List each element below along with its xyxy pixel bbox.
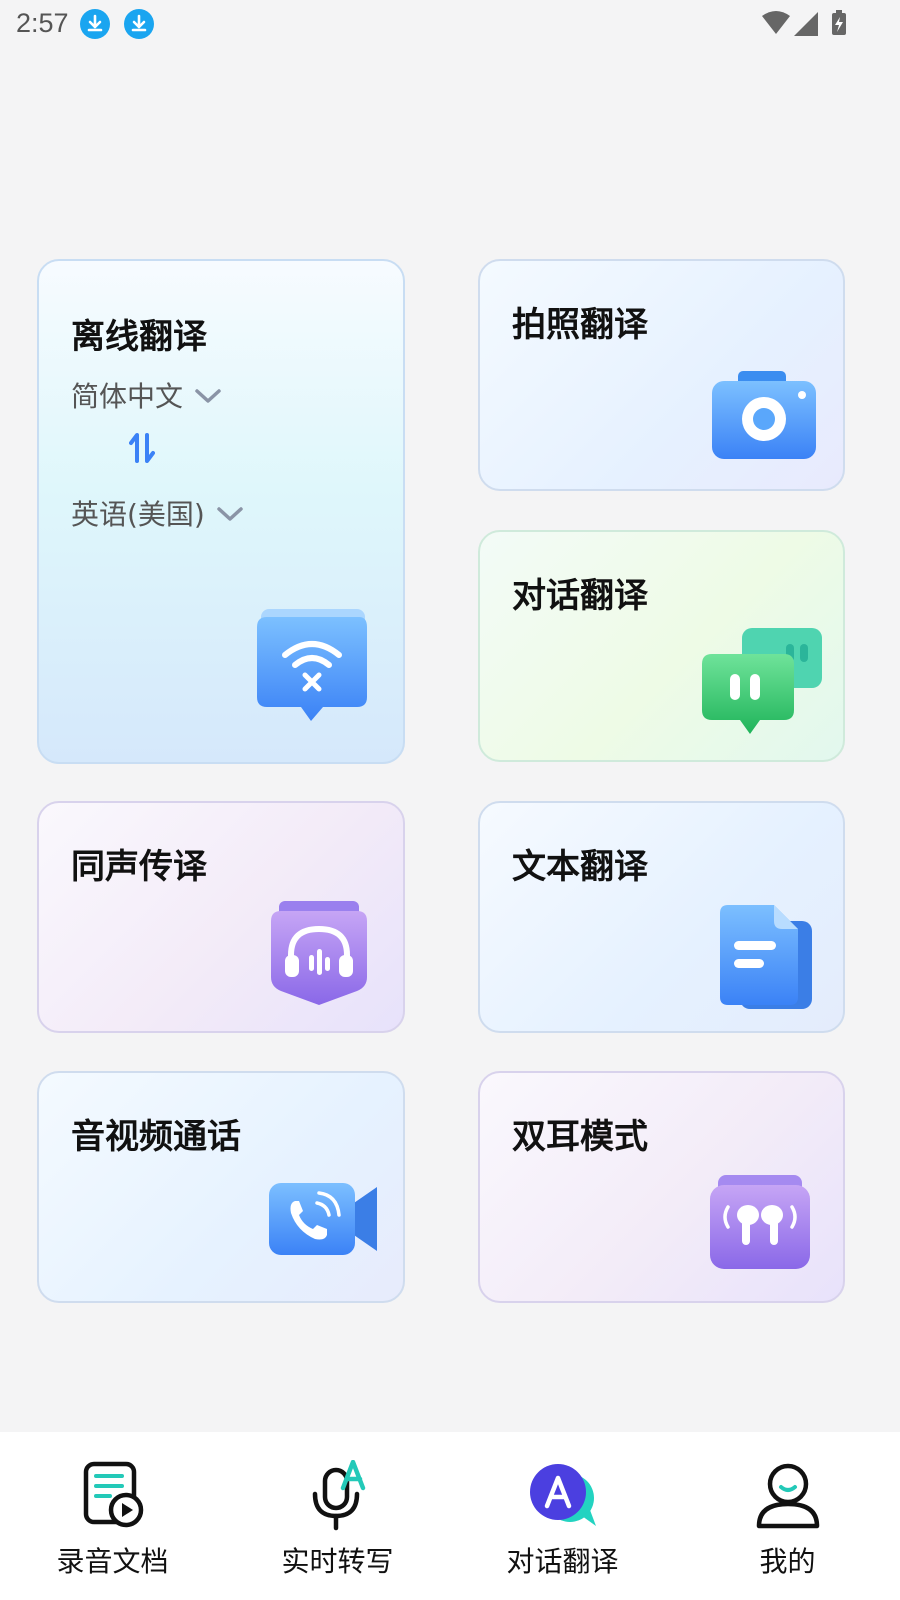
camera-icon bbox=[712, 371, 816, 459]
tab-label: 我的 bbox=[759, 1545, 816, 1578]
text-translation-card[interactable]: 文本翻译 bbox=[478, 801, 845, 1033]
tab-label: 实时转写 bbox=[281, 1545, 394, 1578]
tab-label: 对话翻译 bbox=[506, 1545, 619, 1578]
target-language-selector[interactable]: 英语(美国) bbox=[71, 493, 245, 533]
card-title: 对话翻译 bbox=[512, 576, 648, 616]
chevron-down-icon bbox=[217, 507, 243, 521]
profile-icon bbox=[756, 1463, 819, 1529]
tab-recording-docs[interactable]: 录音文档 bbox=[0, 1432, 225, 1600]
document-play-icon bbox=[83, 1461, 143, 1528]
source-language-label: 简体中文 bbox=[71, 380, 184, 413]
headphones-icon bbox=[271, 901, 367, 1005]
tab-live-transcription[interactable]: 实时转写 bbox=[225, 1432, 450, 1600]
tab-conversation-translation[interactable]: 对话翻译 bbox=[450, 1432, 675, 1600]
status-time: 2:57 bbox=[16, 8, 69, 38]
wifi-off-bubble-icon bbox=[257, 609, 367, 721]
card-title: 拍照翻译 bbox=[512, 305, 648, 345]
download-notification-icon bbox=[80, 9, 110, 39]
card-title: 离线翻译 bbox=[71, 317, 207, 357]
bottom-tab-bar: 录音文档 实时转写 对话翻译 我的 bbox=[0, 1432, 900, 1600]
microphone-a-icon bbox=[312, 1460, 365, 1531]
video-call-icon bbox=[269, 1183, 377, 1255]
card-title: 音视频通话 bbox=[71, 1117, 241, 1157]
system-status-icons bbox=[762, 10, 846, 36]
earbuds-icon bbox=[710, 1175, 810, 1269]
simultaneous-interpretation-card[interactable]: 同声传译 bbox=[37, 801, 405, 1033]
chat-bubbles-icon bbox=[702, 628, 822, 734]
card-title: 双耳模式 bbox=[512, 1117, 648, 1157]
wifi-icon bbox=[762, 11, 790, 34]
download-notification-icon bbox=[124, 9, 154, 39]
conversation-translation-card[interactable]: 对话翻译 bbox=[478, 530, 845, 762]
card-title: 文本翻译 bbox=[512, 847, 648, 887]
card-title: 同声传译 bbox=[71, 847, 207, 887]
tab-label: 录音文档 bbox=[56, 1545, 169, 1578]
source-language-selector[interactable]: 简体中文 bbox=[71, 375, 223, 415]
swap-languages-icon[interactable] bbox=[129, 431, 155, 465]
target-language-label: 英语(美国) bbox=[71, 498, 205, 531]
battery-icon bbox=[832, 10, 846, 35]
chevron-down-icon bbox=[195, 389, 221, 403]
document-icon bbox=[720, 905, 812, 1009]
tab-profile[interactable]: 我的 bbox=[675, 1432, 900, 1600]
photo-translation-card[interactable]: 拍照翻译 bbox=[478, 259, 845, 491]
av-call-card[interactable]: 音视频通话 bbox=[37, 1071, 405, 1303]
dual-ear-mode-card[interactable]: 双耳模式 bbox=[478, 1071, 845, 1303]
chat-translate-icon bbox=[529, 1464, 596, 1526]
signal-icon bbox=[794, 12, 818, 36]
offline-translation-card[interactable]: 离线翻译 简体中文 英语(美国) bbox=[37, 259, 405, 764]
status-bar: 2:57 bbox=[0, 0, 900, 48]
